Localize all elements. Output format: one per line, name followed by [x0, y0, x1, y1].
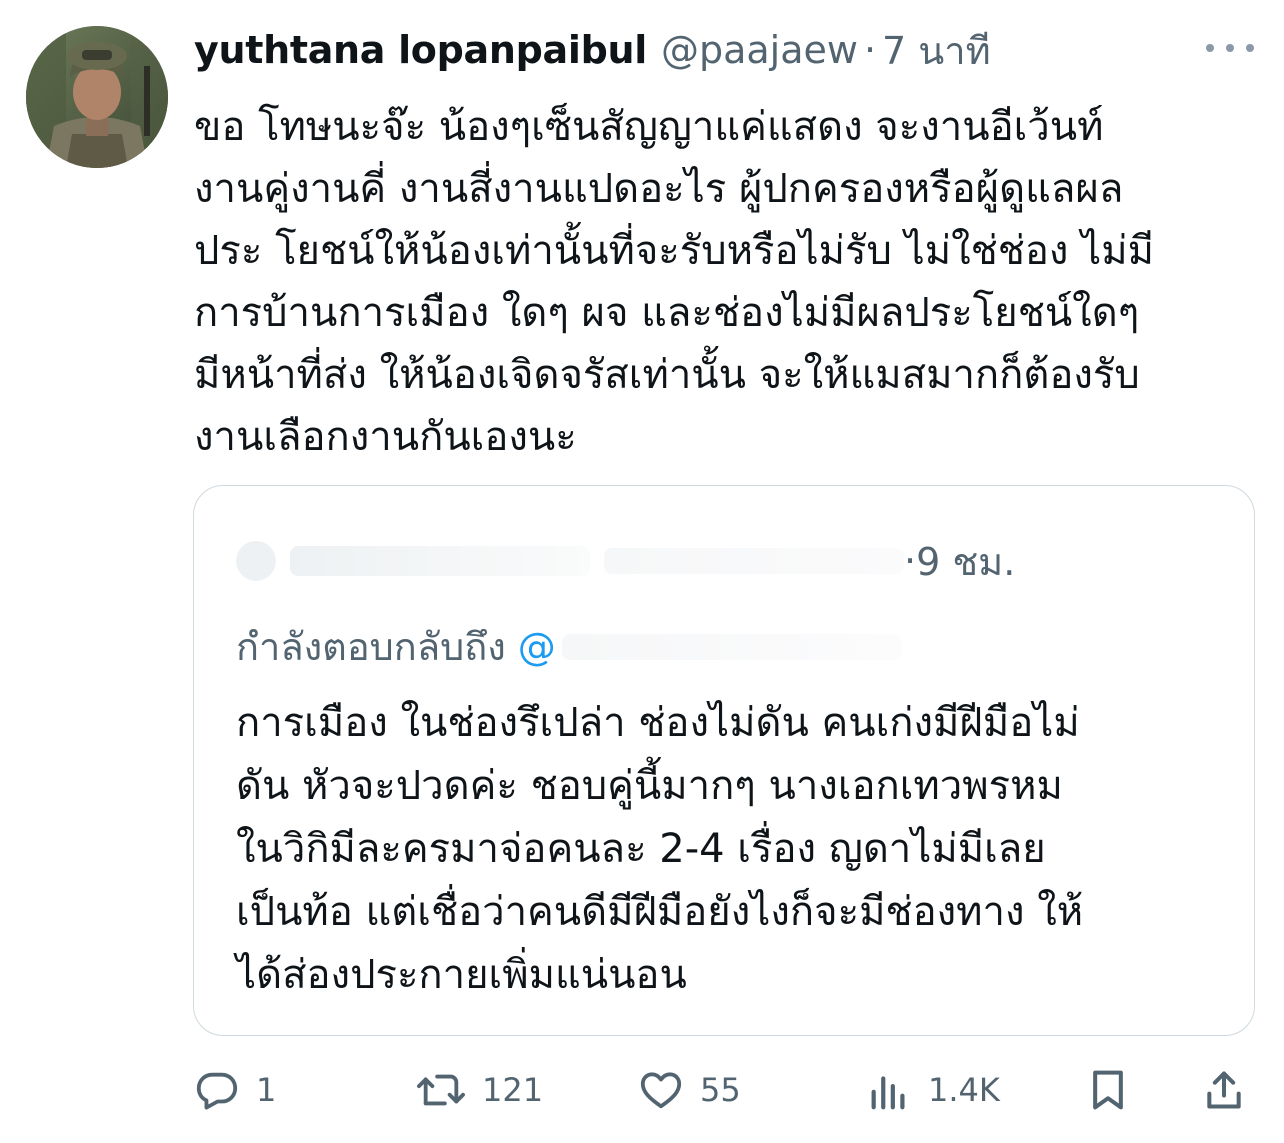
- quote-text-line: ดัน หัวจะปวดค่ะ ชอบคู่นี้มากๆ นางเอกเทวพ…: [236, 763, 1063, 809]
- views-button[interactable]: 1.4K: [866, 1060, 1000, 1120]
- header-separator: ·: [863, 28, 877, 72]
- like-button[interactable]: 55: [638, 1060, 741, 1120]
- tweet-timestamp[interactable]: 7 นาที: [882, 20, 991, 81]
- mention-redacted: [561, 633, 902, 660]
- retweet-icon: [417, 1074, 465, 1106]
- quote-timestamp[interactable]: 9 ชม.: [916, 531, 1015, 592]
- quoted-tweet-card[interactable]: · 9 ชม. กำลังตอบกลับถึง @ การเมือง ในช่อ…: [193, 485, 1255, 1036]
- author-handle[interactable]: @paajaew: [661, 28, 858, 72]
- tweet-text-line: มีหน้าที่ส่ง ให้น้องเจิดจรัสเท่านั้น จะใ…: [194, 352, 1140, 398]
- views-icon: [871, 1076, 905, 1110]
- tweet-text-line: การบ้านการเมือง ใดๆ ผจ และช่องไม่มีผลประ…: [194, 290, 1140, 336]
- share-icon: [1207, 1071, 1241, 1109]
- author-avatar[interactable]: [26, 26, 168, 168]
- heart-icon: [640, 1072, 682, 1109]
- quote-text-line: ในวิกิมีละครมาจ่อคนละ 2-4 เรื่อง ญดาไม่ม…: [236, 826, 1046, 872]
- bookmark-icon: [1093, 1070, 1123, 1110]
- quote-text-line: เป็นท้อ แต่เชื่อว่าคนดีมีฝีมือยังไงก็จะม…: [236, 889, 1084, 935]
- reply-count: 1: [256, 1071, 277, 1109]
- retweet-count: 121: [482, 1071, 544, 1109]
- quote-header: · 9 ชม.: [236, 536, 1015, 586]
- quote-author-handle-redacted: [604, 548, 904, 574]
- like-count: 55: [700, 1071, 741, 1109]
- views-count: 1.4K: [928, 1071, 1000, 1109]
- replying-to-label: กำลังตอบกลับถึง: [236, 625, 506, 669]
- tweet-text: ขอ โทษนะจ๊ะ น้องๆเซ็นสัญญาแค่แสดง จะงานอ…: [194, 96, 1264, 468]
- retweet-button[interactable]: 121: [416, 1060, 543, 1120]
- more-options-button[interactable]: [1206, 36, 1254, 60]
- author-display-name[interactable]: yuthtana lopanpaibul: [194, 28, 647, 72]
- tweet-text-line: งานคู่งานคี่ งานสี่งานแปดอะไร ผู้ปกครองห…: [194, 166, 1124, 212]
- more-horizontal-icon: [1206, 44, 1214, 52]
- more-dot: [1226, 44, 1234, 52]
- tweet-text-line: งานเลือกงานกันเองนะ: [194, 414, 577, 460]
- tweet-text-line: ประ โยชน์ให้น้องเท่านั้นที่จะรับหรือไม่ร…: [194, 228, 1155, 274]
- quote-text-line: การเมือง ในช่องรึเปล่า ช่องไม่ดัน คนเก่ง…: [236, 700, 1080, 746]
- reply-icon: [196, 1072, 238, 1110]
- avatar-photo: [26, 26, 168, 168]
- quote-separator: ·: [904, 539, 917, 583]
- tweet-text-line: ขอ โทษนะจ๊ะ น้องๆเซ็นสัญญาแค่แสดง จะงานอ…: [194, 104, 1104, 150]
- quote-text: การเมือง ในช่องรึเปล่า ช่องไม่ดัน คนเก่ง…: [236, 692, 1226, 1007]
- more-dot: [1246, 44, 1254, 52]
- quote-author-name-redacted: [290, 546, 590, 576]
- tweet-action-bar: 1 121 55 1.4K: [194, 1060, 1264, 1120]
- replying-to-mention[interactable]: @: [518, 625, 556, 669]
- quote-avatar-redacted: [236, 541, 276, 581]
- quote-replying-to: กำลังตอบกลับถึง @: [236, 616, 902, 677]
- tweet-header: yuthtana lopanpaibul @paajaew · 7 นาที: [194, 22, 991, 78]
- reply-button[interactable]: 1: [194, 1060, 276, 1120]
- bookmark-button[interactable]: [1086, 1060, 1130, 1120]
- share-button[interactable]: [1202, 1060, 1246, 1120]
- quote-text-line: ได้ส่องประกายเพิ่มแน่นอน: [236, 952, 687, 998]
